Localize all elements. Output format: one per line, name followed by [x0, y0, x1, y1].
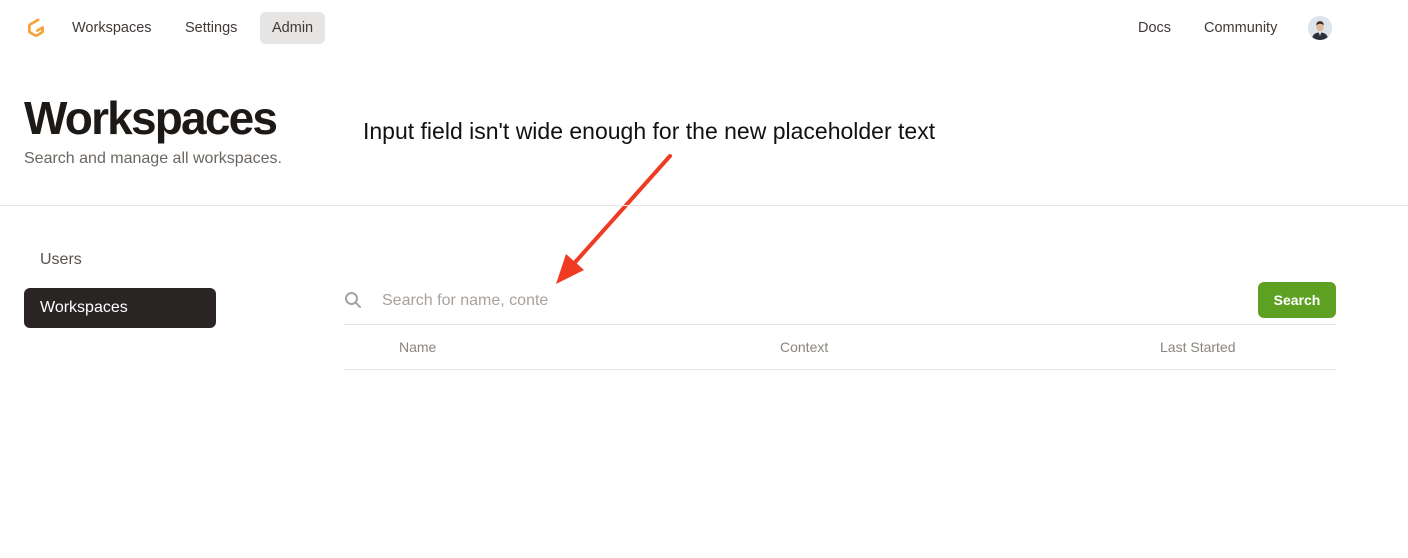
- gitpod-logo-icon[interactable]: [24, 16, 48, 40]
- header-divider: [0, 205, 1408, 206]
- nav-settings[interactable]: Settings: [173, 12, 249, 44]
- page-title: Workspaces: [24, 92, 278, 144]
- table-header: Name Context Last Started: [344, 325, 1336, 370]
- nav-workspaces[interactable]: Workspaces: [60, 12, 164, 44]
- column-header-name[interactable]: Name: [399, 339, 436, 355]
- sidebar-item-workspaces[interactable]: Workspaces: [24, 288, 216, 328]
- search-icon: [345, 292, 361, 308]
- page-subtitle: Search and manage all workspaces.: [24, 150, 282, 167]
- column-header-context[interactable]: Context: [780, 339, 828, 355]
- column-header-last-started[interactable]: Last Started: [1160, 339, 1236, 355]
- nav-admin[interactable]: Admin: [260, 12, 326, 44]
- nav-docs[interactable]: Docs: [1126, 12, 1183, 44]
- avatar-icon: [1308, 16, 1332, 40]
- annotation-arrow-icon: [556, 154, 672, 284]
- search-input[interactable]: [382, 288, 550, 314]
- top-navigation: Workspaces Settings Admin Docs Community: [0, 0, 1408, 56]
- search-bar: Search: [344, 280, 1336, 325]
- sidebar-item-users[interactable]: Users: [24, 240, 216, 280]
- annotation-text: Input field isn't wide enough for the ne…: [363, 118, 936, 144]
- user-avatar[interactable]: [1308, 16, 1332, 40]
- nav-community[interactable]: Community: [1192, 12, 1289, 44]
- page-header: Workspaces Search and manage all workspa…: [24, 92, 282, 168]
- search-button[interactable]: Search: [1258, 282, 1336, 318]
